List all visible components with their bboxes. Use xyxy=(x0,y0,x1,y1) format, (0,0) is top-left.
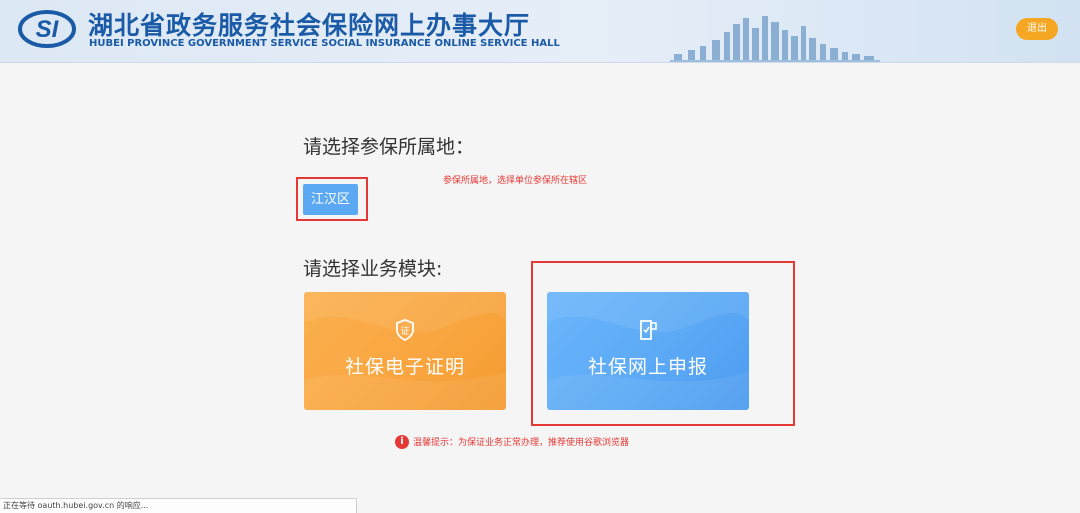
logout-button[interactable]: 退出 xyxy=(1016,18,1058,40)
tip-text: 温馨提示：为保证业务正常办理，推荐使用谷歌浏览器 xyxy=(413,438,630,448)
module-label-certificate: 社保电子证明 xyxy=(344,356,465,378)
card-wave-decoration xyxy=(304,292,506,410)
module-highlight-frame xyxy=(531,261,795,426)
info-icon: i xyxy=(395,434,409,449)
header-bar: SI 湖北省政务服务社会保险网上办事大厅 HUBEI PROVINCE GOVE… xyxy=(0,0,1080,63)
si-logo: SI xyxy=(18,10,76,48)
city-skyline-graphic xyxy=(670,16,880,62)
browser-tip: i 温馨提示：为保证业务正常办理，推荐使用谷歌浏览器 xyxy=(395,431,630,449)
module-prompt: 请选择业务模块: xyxy=(303,258,443,280)
region-annotation: 参保所属地，选择单位参保所在辖区 xyxy=(443,176,588,186)
logo-text: SI xyxy=(36,16,60,43)
browser-status-bar: 正在等待 oauth.hubei.gov.cn 的响应... xyxy=(0,498,357,513)
module-card-certificate[interactable]: 证 社保电子证明 xyxy=(304,292,506,410)
region-option-jianghan[interactable]: 江汉区 xyxy=(303,184,358,215)
site-title: 湖北省政务服务社会保险网上办事大厅 xyxy=(88,11,531,40)
site-subtitle: HUBEI PROVINCE GOVERNMENT SERVICE SOCIAL… xyxy=(89,38,560,49)
certificate-icon: 证 xyxy=(396,319,414,342)
svg-text:证: 证 xyxy=(400,326,409,337)
region-prompt: 请选择参保所属地： xyxy=(303,136,475,158)
